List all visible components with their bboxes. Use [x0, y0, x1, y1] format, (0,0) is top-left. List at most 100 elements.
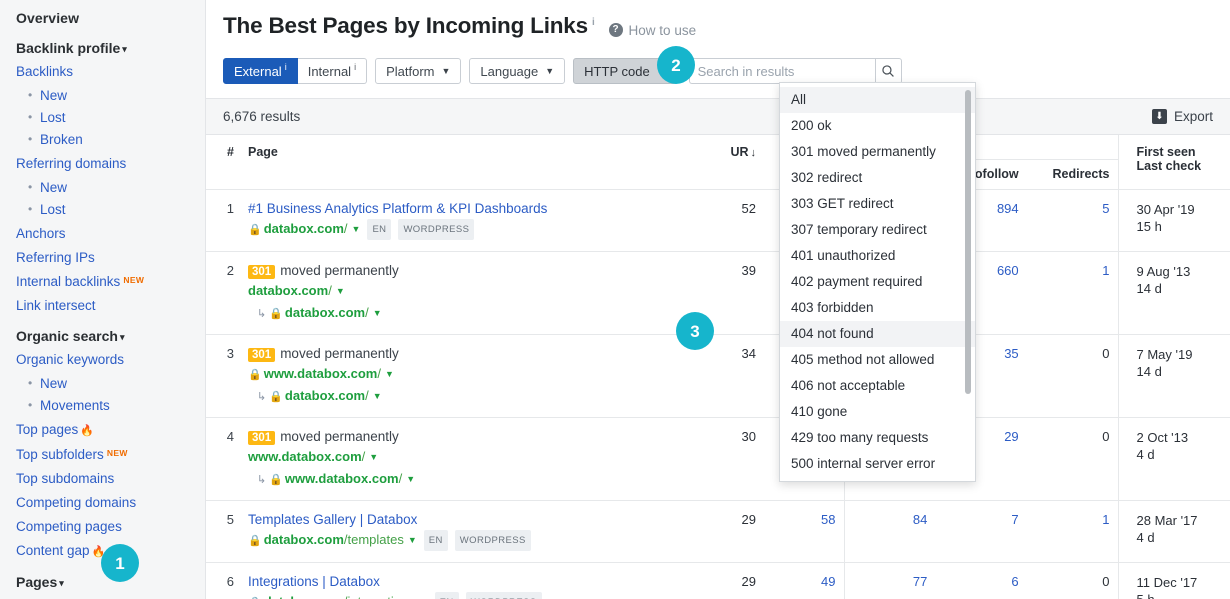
- chevron-down-icon[interactable]: ▼: [336, 286, 345, 296]
- http-code-option-404-not-found[interactable]: 404 not found: [780, 321, 975, 347]
- row-page-title-link[interactable]: #1 Business Analytics Platform & KPI Das…: [248, 201, 547, 216]
- sidebar-item-internal-backlinks[interactable]: Internal backlinksNEW: [16, 274, 205, 290]
- search-input[interactable]: [689, 58, 875, 84]
- row-target-path[interactable]: /: [365, 388, 369, 403]
- http-code-option-410-gone[interactable]: 410 gone: [780, 399, 975, 425]
- chevron-down-icon[interactable]: ▼: [352, 224, 361, 234]
- sidebar-subitem-movements[interactable]: Movements: [28, 398, 205, 414]
- row-path[interactable]: /: [377, 366, 381, 381]
- http-code-option-403-forbidden[interactable]: 403 forbidden: [780, 295, 975, 321]
- row-path[interactable]: /: [362, 449, 366, 464]
- row-path[interactable]: /: [328, 283, 332, 298]
- cell-nofollow[interactable]: 7: [935, 501, 1026, 563]
- sidebar-overview[interactable]: Overview: [16, 10, 205, 26]
- cell-referring-domains[interactable]: 58: [764, 501, 844, 563]
- cell-dofollow[interactable]: 77: [844, 563, 935, 599]
- row-path[interactable]: /integrations: [344, 594, 415, 599]
- http-code-option-200-ok[interactable]: 200 ok: [780, 113, 975, 139]
- filter-language-button[interactable]: Language▼: [469, 58, 565, 84]
- http-code-option-302-redirect[interactable]: 302 redirect: [780, 165, 975, 191]
- cell-nofollow[interactable]: 6: [935, 563, 1026, 599]
- sidebar-subitem-broken[interactable]: Broken: [28, 132, 205, 148]
- row-target-path[interactable]: /: [399, 471, 403, 486]
- th-ur[interactable]: UR↓: [708, 135, 764, 190]
- search-button[interactable]: [875, 58, 902, 84]
- filter-internal-button[interactable]: Internali: [298, 58, 367, 84]
- sidebar-subitem-new[interactable]: New: [28, 88, 205, 104]
- cell-redirects[interactable]: 5: [1027, 190, 1118, 252]
- row-domain[interactable]: databox.com: [264, 594, 344, 599]
- chevron-down-icon[interactable]: ▼: [406, 474, 415, 484]
- sidebar-subitem-new[interactable]: New: [28, 180, 205, 196]
- row-domain[interactable]: databox.com: [248, 283, 328, 298]
- row-domain[interactable]: databox.com: [264, 532, 344, 547]
- sidebar-item-anchors[interactable]: Anchors: [16, 226, 205, 242]
- row-page-title-link[interactable]: Templates Gallery | Databox: [248, 512, 417, 527]
- row-path[interactable]: /templates: [344, 532, 404, 547]
- table-row[interactable]: 3301moved permanently🔒www.databox.com/▼↳…: [206, 335, 1230, 418]
- http-code-option-303-get-redirect[interactable]: 303 GET redirect: [780, 191, 975, 217]
- cell-redirects[interactable]: 0: [1027, 563, 1118, 599]
- sidebar-group-title[interactable]: Organic search▾: [16, 328, 205, 344]
- sidebar-item-top-subdomains[interactable]: Top subdomains: [16, 471, 205, 487]
- chevron-down-icon[interactable]: ▼: [385, 369, 394, 379]
- row-target-path[interactable]: /: [365, 305, 369, 320]
- sidebar-item-backlinks[interactable]: Backlinks: [16, 64, 205, 80]
- sidebar-item-top-pages[interactable]: Top pages🔥: [16, 422, 205, 439]
- chevron-down-icon[interactable]: ▼: [373, 391, 382, 401]
- chevron-down-icon[interactable]: ▼: [373, 308, 382, 318]
- cell-redirects[interactable]: 0: [1027, 418, 1118, 501]
- http-code-option-307-temporary-redirect[interactable]: 307 temporary redirect: [780, 217, 975, 243]
- dropdown-scrollbar[interactable]: [965, 90, 971, 394]
- http-code-option-301-moved-permanently[interactable]: 301 moved permanently: [780, 139, 975, 165]
- http-code-option-500-internal-server-error[interactable]: 500 internal server error: [780, 451, 975, 477]
- chevron-down-icon[interactable]: ▼: [408, 535, 417, 545]
- sidebar-item-top-subfolders[interactable]: Top subfoldersNEW: [16, 447, 205, 463]
- filter-external-button[interactable]: Externali: [223, 58, 298, 84]
- row-target-domain[interactable]: www.databox.com: [285, 471, 399, 486]
- export-button[interactable]: ⬇ Export: [1152, 109, 1213, 124]
- row-domain[interactable]: www.databox.com: [248, 449, 362, 464]
- title-info-icon[interactable]: i: [592, 17, 595, 28]
- sidebar-subitem-lost[interactable]: Lost: [28, 110, 205, 126]
- chevron-down-icon[interactable]: ▼: [369, 452, 378, 462]
- sidebar-item-link-intersect[interactable]: Link intersect: [16, 298, 205, 314]
- http-code-option-405-method-not-allowed[interactable]: 405 method not allowed: [780, 347, 975, 373]
- http-code-option-406-not-acceptable[interactable]: 406 not acceptable: [780, 373, 975, 399]
- sidebar-subitem-new[interactable]: New: [28, 376, 205, 392]
- http-code-dropdown[interactable]: All200 ok301 moved permanently302 redire…: [779, 82, 976, 482]
- cell-referring-domains[interactable]: 49: [764, 563, 844, 599]
- http-code-option-all[interactable]: All: [780, 87, 975, 113]
- sidebar-item-referring-ips[interactable]: Referring IPs: [16, 250, 205, 266]
- sidebar-group-title[interactable]: Backlink profile▾: [16, 40, 205, 56]
- table-row[interactable]: 6Integrations | Databox🔒databox.com/inte…: [206, 563, 1230, 599]
- http-code-option-429-too-many-requests[interactable]: 429 too many requests: [780, 425, 975, 451]
- table-row[interactable]: 2301moved permanentlydatabox.com/▼↳🔒data…: [206, 252, 1230, 335]
- table-row[interactable]: 5Templates Gallery | Databox🔒databox.com…: [206, 501, 1230, 563]
- cell-redirects[interactable]: 0: [1027, 335, 1118, 418]
- row-domain[interactable]: databox.com: [264, 221, 344, 236]
- th-redirects[interactable]: Redirects: [1027, 160, 1118, 190]
- sidebar-subitem-lost[interactable]: Lost: [28, 202, 205, 218]
- row-target-domain[interactable]: databox.com: [285, 305, 365, 320]
- sidebar-item-referring-domains[interactable]: Referring domains: [16, 156, 205, 172]
- http-code-option-401-unauthorized[interactable]: 401 unauthorized: [780, 243, 975, 269]
- table-row[interactable]: 1#1 Business Analytics Platform & KPI Da…: [206, 190, 1230, 252]
- cell-redirects[interactable]: 1: [1027, 501, 1118, 563]
- sidebar-item-competing-domains[interactable]: Competing domains: [16, 495, 205, 511]
- cell-redirects[interactable]: 1: [1027, 252, 1118, 335]
- row-domain[interactable]: www.databox.com: [264, 366, 378, 381]
- how-to-use-link[interactable]: ? How to use: [609, 23, 697, 38]
- sidebar-item-organic-keywords[interactable]: Organic keywords: [16, 352, 205, 368]
- th-index[interactable]: #: [206, 135, 240, 190]
- th-first-seen-last-check[interactable]: First seen Last check: [1118, 135, 1230, 190]
- table-row[interactable]: 4301moved permanentlywww.databox.com/▼↳🔒…: [206, 418, 1230, 501]
- sidebar-item-competing-pages[interactable]: Competing pages: [16, 519, 205, 535]
- row-page-title-link[interactable]: Integrations | Databox: [248, 574, 380, 589]
- cell-dofollow[interactable]: 84: [844, 501, 935, 563]
- filter-platform-button[interactable]: Platform▼: [375, 58, 461, 84]
- http-code-option-402-payment-required[interactable]: 402 payment required: [780, 269, 975, 295]
- th-page[interactable]: Page: [240, 135, 708, 190]
- row-target-domain[interactable]: databox.com: [285, 388, 365, 403]
- row-path[interactable]: /: [344, 221, 348, 236]
